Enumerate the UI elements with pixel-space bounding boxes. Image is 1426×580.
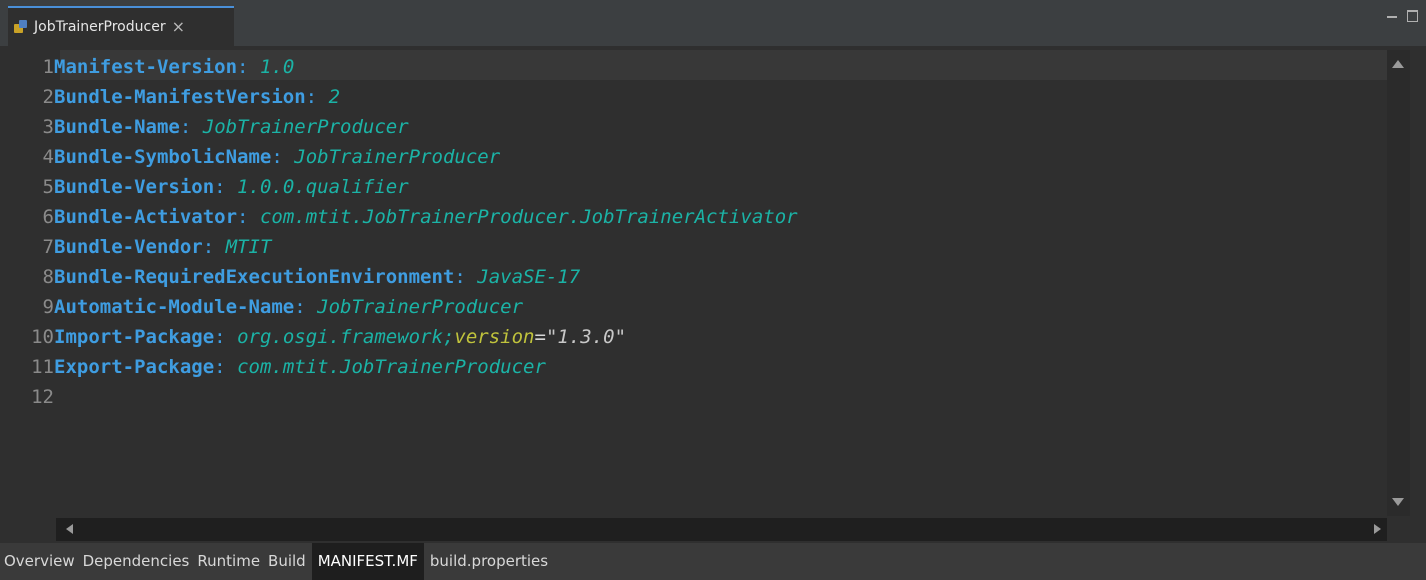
page-tab-runtime[interactable]: Runtime	[193, 543, 264, 580]
manifest-colon: :	[271, 146, 283, 168]
equals-sign: =	[534, 326, 546, 348]
manifest-colon: :	[202, 236, 215, 258]
manifest-key: Automatic-Module-Name	[54, 296, 295, 318]
manifest-colon: :	[214, 356, 226, 378]
manifest-key: Bundle-Vendor	[54, 236, 203, 258]
code-line[interactable]: 2 Bundle-ManifestVersion: 2	[8, 82, 798, 112]
line-number: 9	[42, 296, 54, 318]
manifest-value: JavaSE-17	[477, 266, 581, 288]
scrollbar-corner	[1387, 518, 1410, 541]
manifest-key: Export-Package	[54, 356, 215, 378]
line-number: 5	[42, 176, 54, 198]
manifest-value: 2	[328, 86, 341, 108]
manifest-value: JobTrainerProducer	[294, 146, 501, 168]
manifest-string: "1.3.0"	[545, 326, 627, 348]
manifest-file-icon	[14, 20, 28, 34]
code-line[interactable]: 3 Bundle-Name: JobTrainerProducer	[8, 112, 798, 142]
manifest-value: com.mtit.JobTrainerProducer.JobTrainerAc…	[259, 206, 798, 228]
manifest-value: JobTrainerProducer	[202, 116, 409, 138]
manifest-value: 1.0	[259, 56, 295, 78]
code-line[interactable]: 5 Bundle-Version: 1.0.0.qualifier	[8, 172, 798, 202]
manifest-key: Bundle-RequiredExecutionEnvironment	[54, 266, 455, 288]
manifest-value: com.mtit.JobTrainerProducer	[237, 356, 546, 378]
line-number: 10	[31, 326, 54, 348]
editor-title-bar: JobTrainerProducer ×	[0, 0, 1426, 46]
horizontal-scrollbar[interactable]	[56, 518, 1387, 541]
line-number: 1	[42, 56, 54, 78]
manifest-colon: :	[237, 206, 249, 228]
manifest-colon: :	[214, 176, 226, 198]
manifest-key: Bundle-SymbolicName	[54, 146, 272, 168]
scroll-down-arrow-icon[interactable]	[1392, 498, 1404, 506]
minimize-icon[interactable]	[1387, 16, 1397, 18]
code-line[interactable]: 12	[8, 382, 798, 412]
maximize-icon[interactable]	[1407, 10, 1418, 22]
line-number: 3	[42, 116, 54, 138]
code-line[interactable]: 4 Bundle-SymbolicName: JobTrainerProducer	[8, 142, 798, 172]
editor-tab-label: JobTrainerProducer	[34, 19, 166, 35]
editor-page-tabs: Overview Dependencies Runtime Build MANIFEST…	[0, 543, 1426, 580]
page-tab-build[interactable]: Build	[264, 543, 310, 580]
editor-tab-jobtrainerproducer[interactable]: JobTrainerProducer ×	[8, 6, 234, 46]
manifest-colon: :	[179, 116, 192, 138]
manifest-key: Bundle-ManifestVersion	[54, 86, 306, 108]
line-number: 4	[42, 146, 54, 168]
code-line[interactable]: 10 Import-Package: org.osgi.framework; ver…	[8, 322, 798, 352]
code-line[interactable]: 7 Bundle-Vendor: MTIT	[8, 232, 798, 262]
manifest-value: org.osgi.framework;	[237, 326, 455, 348]
line-number: 8	[42, 266, 54, 288]
scroll-up-arrow-icon[interactable]	[1392, 60, 1404, 68]
page-tab-manifest-mf[interactable]: MANIFEST.MF	[311, 543, 424, 580]
code-line[interactable]: 1 Manifest-Version: 1.0	[8, 52, 798, 82]
manifest-value: JobTrainerProducer	[317, 296, 524, 318]
scroll-left-arrow-icon[interactable]	[66, 524, 73, 534]
manifest-colon: :	[214, 326, 226, 348]
page-tab-overview[interactable]: Overview	[0, 543, 79, 580]
manifest-colon: :	[294, 296, 306, 318]
manifest-source-editor[interactable]: 1 Manifest-Version: 1.0 2 Bundle-ManifestVe…	[8, 46, 1410, 541]
window-controls	[1387, 10, 1418, 22]
page-tab-build-properties[interactable]: build.properties	[426, 543, 552, 580]
code-line[interactable]: 11 Export-Package: com.mtit.JobTrainerPro…	[8, 352, 798, 382]
line-number: 11	[31, 356, 54, 378]
code-line[interactable]: 6 Bundle-Activator: com.mtit.JobTrainerPr…	[8, 202, 798, 232]
code-line[interactable]: 8 Bundle-RequiredExecutionEnvironment: Ja…	[8, 262, 798, 292]
scroll-right-arrow-icon[interactable]	[1374, 524, 1381, 534]
manifest-attribute: version	[454, 326, 535, 348]
code-line[interactable]: 9 Automatic-Module-Name: JobTrainerProduc…	[8, 292, 798, 322]
vertical-scrollbar[interactable]	[1387, 50, 1410, 516]
close-icon[interactable]: ×	[172, 19, 185, 35]
line-number: 2	[42, 86, 54, 108]
manifest-key: Bundle-Name	[54, 116, 180, 138]
manifest-key: Manifest-Version	[54, 56, 238, 78]
manifest-key: Import-Package	[54, 326, 215, 348]
code-area[interactable]: 1 Manifest-Version: 1.0 2 Bundle-ManifestVe…	[8, 52, 798, 412]
manifest-value: 1.0.0.qualifier	[237, 176, 409, 198]
manifest-key: Bundle-Activator	[54, 206, 238, 228]
line-number: 6	[42, 206, 54, 228]
manifest-key: Bundle-Version	[54, 176, 215, 198]
line-number: 7	[42, 236, 54, 258]
manifest-colon: :	[305, 86, 318, 108]
page-tab-dependencies[interactable]: Dependencies	[79, 543, 194, 580]
manifest-colon: :	[237, 56, 249, 78]
manifest-value: MTIT	[225, 236, 272, 258]
manifest-colon: :	[454, 266, 466, 288]
line-number: 12	[31, 386, 54, 408]
